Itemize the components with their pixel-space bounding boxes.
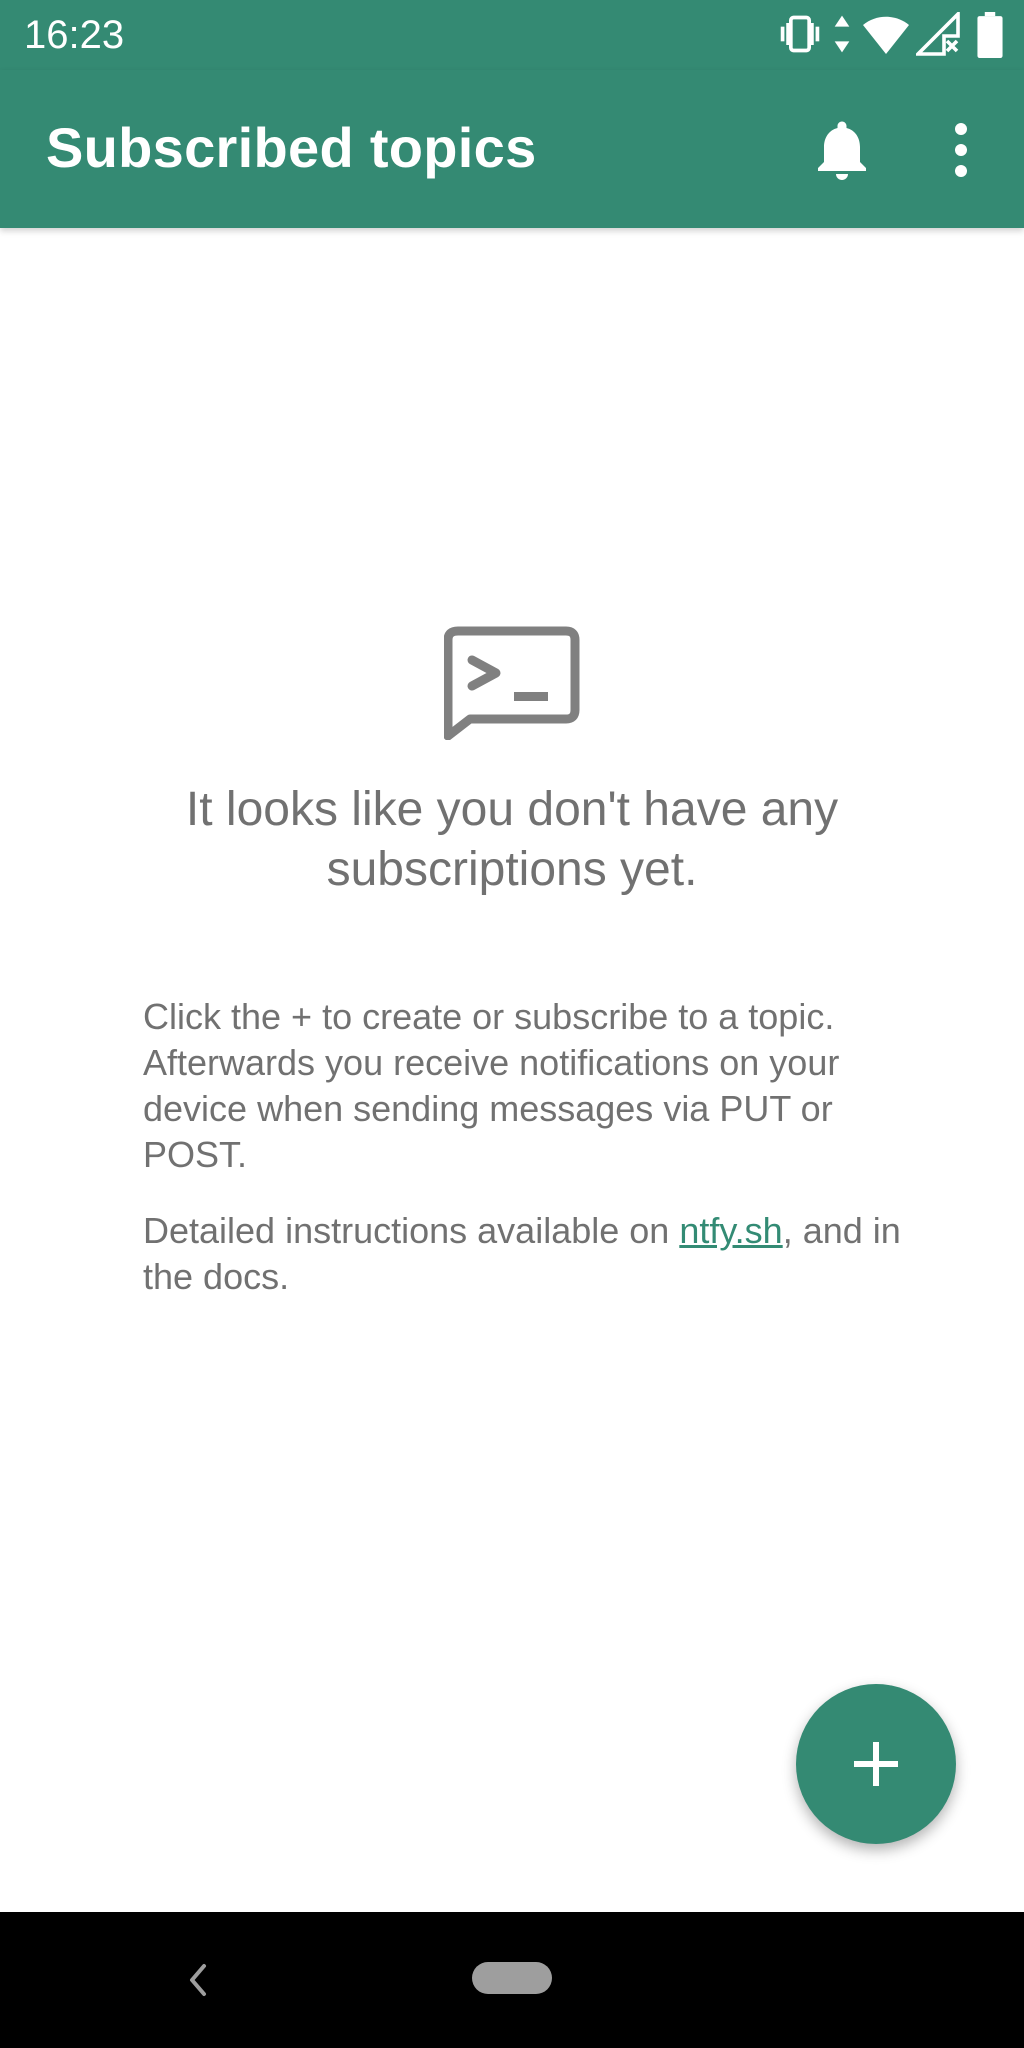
status-bar: 16:23 <box>0 0 1024 70</box>
plus-icon <box>854 1742 898 1786</box>
more-options-button[interactable] <box>925 114 997 186</box>
status-time: 16:23 <box>24 13 125 57</box>
battery-icon <box>977 12 1003 58</box>
empty-state-title: It looks like you don't have any subscri… <box>185 783 839 896</box>
wifi-icon <box>863 16 909 54</box>
ntfy-link[interactable]: ntfy.sh <box>679 1210 782 1251</box>
bell-icon <box>818 121 866 180</box>
back-icon[interactable] <box>184 1960 210 2000</box>
home-pill-icon[interactable] <box>472 1962 552 1994</box>
empty-state-instructions: Detailed instructions available on ntfy.… <box>143 1208 903 1300</box>
data-arrows-icon <box>834 15 850 53</box>
add-subscription-button[interactable] <box>796 1684 956 1844</box>
more-vert-icon <box>955 123 967 177</box>
app-bar: Subscribed topics <box>0 70 1024 228</box>
vibrate-icon <box>780 15 820 53</box>
empty-state-description: Click the + to create or subscribe to a … <box>143 996 840 1175</box>
page-title: Subscribed topics <box>46 116 537 179</box>
notifications-button[interactable] <box>806 114 878 186</box>
signal-icon <box>916 12 960 56</box>
terminal-chat-icon <box>444 626 580 740</box>
navigation-bar <box>0 1912 1024 2048</box>
instructions-prefix: Detailed instructions available on <box>143 1210 680 1251</box>
